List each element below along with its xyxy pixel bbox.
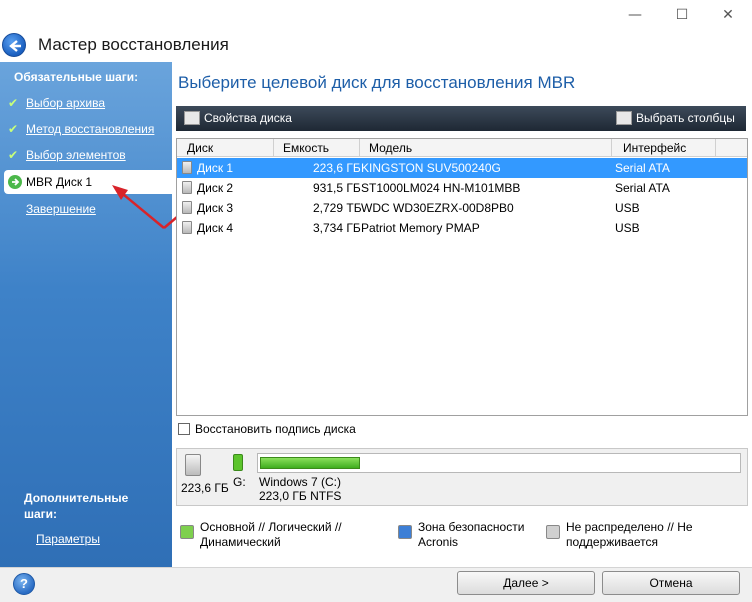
minimize-button[interactable]: — bbox=[620, 4, 650, 26]
disk-properties-icon bbox=[184, 111, 200, 125]
disk-table: Диск Емкость Модель Интерфейс Диск 1 223… bbox=[176, 138, 748, 416]
column-interface[interactable]: Интерфейс bbox=[623, 141, 686, 155]
wizard-footer: ? Далее > Отмена bbox=[0, 567, 752, 602]
cell-disk: Диск 2 bbox=[197, 181, 234, 195]
title-bar: — ☐ ✕ bbox=[0, 0, 752, 30]
cell-model: ST1000LM024 HN-M101MBB bbox=[361, 181, 521, 195]
cell-interface: USB bbox=[615, 201, 640, 215]
partition-type-indicator bbox=[233, 454, 243, 471]
cell-disk: Диск 1 bbox=[197, 161, 234, 175]
step-params[interactable]: Параметры bbox=[36, 532, 100, 546]
disk-toolbar: Свойства диска Выбрать столбцы bbox=[176, 106, 746, 131]
hard-disk-icon bbox=[185, 454, 201, 476]
legend-secure-zone: Зона безопасности Acronis bbox=[418, 520, 525, 549]
legend-unallocated-swatch bbox=[546, 525, 560, 539]
back-arrow-icon bbox=[9, 40, 21, 52]
hard-disk-icon bbox=[182, 161, 192, 174]
next-button[interactable]: Далее > bbox=[457, 571, 595, 595]
additional-steps-heading: Дополнительные шаги: bbox=[24, 491, 129, 521]
required-steps-heading: Обязательные шаги: bbox=[14, 70, 139, 84]
wizard-sidebar: Обязательные шаги: ✔ Выбор архива ✔ Мето… bbox=[0, 62, 172, 567]
column-disk[interactable]: Диск bbox=[187, 141, 213, 155]
disk-size: 223,6 ГБ bbox=[181, 481, 229, 495]
partition-info: 223,0 ГБ NTFS bbox=[259, 489, 342, 503]
hard-disk-icon bbox=[182, 221, 192, 234]
current-step-label: MBR Диск 1 bbox=[26, 175, 93, 189]
restore-signature-checkbox[interactable] bbox=[178, 423, 190, 435]
back-button[interactable] bbox=[2, 33, 26, 57]
cell-interface: USB bbox=[615, 221, 640, 235]
step-method[interactable]: Метод восстановления bbox=[26, 122, 154, 136]
cell-model: WDC WD30EZRX-00D8PB0 bbox=[361, 201, 514, 215]
partition-name: Windows 7 (C:) bbox=[259, 475, 342, 489]
check-icon: ✔ bbox=[8, 96, 19, 110]
hard-disk-icon bbox=[182, 201, 192, 214]
legend-primary: Основной // Логический //Динамический bbox=[200, 520, 342, 549]
choose-columns-button[interactable]: Выбрать столбцы bbox=[636, 111, 735, 125]
wizard-title: Мастер восстановления bbox=[38, 35, 229, 54]
step-finish[interactable]: Завершение bbox=[26, 202, 96, 216]
partition-bar[interactable] bbox=[257, 453, 741, 473]
restore-signature-label: Восстановить подпись диска bbox=[195, 422, 356, 436]
cell-interface: Serial ATA bbox=[615, 161, 670, 175]
table-row[interactable]: Диск 4 3,734 ГБ Patriot Memory PMAP USB bbox=[177, 218, 747, 238]
partition-usage-fill bbox=[260, 457, 360, 469]
cell-capacity: 223,6 ГБ bbox=[313, 161, 361, 175]
cell-model: Patriot Memory PMAP bbox=[361, 221, 480, 235]
cell-capacity: 3,734 ГБ bbox=[313, 221, 361, 235]
step-archive[interactable]: Выбор архива bbox=[26, 96, 105, 110]
table-header: Диск Емкость Модель Интерфейс bbox=[177, 139, 747, 157]
check-icon: ✔ bbox=[8, 148, 19, 162]
arrow-right-icon bbox=[8, 175, 22, 189]
column-capacity[interactable]: Емкость bbox=[283, 141, 329, 155]
column-model[interactable]: Модель bbox=[369, 141, 412, 155]
legend-primary-swatch bbox=[180, 525, 194, 539]
cell-interface: Serial ATA bbox=[615, 181, 670, 195]
table-row[interactable]: Диск 3 2,729 ТБ WDC WD30EZRX-00D8PB0 USB bbox=[177, 198, 747, 218]
cell-model: KINGSTON SUV500240G bbox=[361, 161, 501, 175]
table-row[interactable]: Диск 1 223,6 ГБ KINGSTON SUV500240G Seri… bbox=[177, 158, 747, 178]
close-button[interactable]: ✕ bbox=[713, 4, 743, 26]
drive-letter: G: bbox=[233, 475, 246, 489]
legend-secure-zone-swatch bbox=[398, 525, 412, 539]
check-icon: ✔ bbox=[8, 122, 19, 136]
cancel-button[interactable]: Отмена bbox=[602, 571, 740, 595]
disk-properties-button[interactable]: Свойства диска bbox=[204, 111, 292, 125]
cell-disk: Диск 3 bbox=[197, 201, 234, 215]
legend-unallocated: Не распределено // Не поддерживается bbox=[566, 520, 693, 549]
help-icon[interactable]: ? bbox=[13, 573, 35, 595]
cell-disk: Диск 4 bbox=[197, 221, 234, 235]
cell-capacity: 931,5 ГБ bbox=[313, 181, 361, 195]
cell-capacity: 2,729 ТБ bbox=[313, 201, 362, 215]
page-title: Выберите целевой диск для восстановления… bbox=[178, 73, 576, 92]
maximize-button[interactable]: ☐ bbox=[667, 4, 697, 26]
hard-disk-icon bbox=[182, 181, 192, 194]
partition-panel: 223,6 ГБ G: Windows 7 (C:) 223,0 ГБ NTFS bbox=[176, 448, 748, 506]
table-row[interactable]: Диск 2 931,5 ГБ ST1000LM024 HN-M101MBB S… bbox=[177, 178, 747, 198]
columns-icon bbox=[616, 111, 632, 125]
